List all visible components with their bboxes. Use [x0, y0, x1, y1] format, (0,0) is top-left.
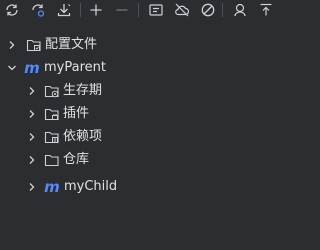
run-button[interactable] — [146, 0, 166, 20]
show-dependencies-icon — [234, 3, 246, 17]
remove-icon — [116, 9, 128, 11]
offline-button[interactable] — [172, 0, 192, 20]
add-button[interactable] — [86, 0, 106, 20]
maven-toolbar — [0, 0, 276, 22]
lifecycle-folder-icon — [44, 83, 60, 99]
remove-button[interactable] — [112, 0, 132, 20]
maven-module-icon: m — [24, 59, 40, 77]
collapse-button[interactable] — [256, 0, 276, 20]
chevron-down-icon[interactable] — [6, 62, 18, 74]
reload-settings-icon — [32, 4, 45, 17]
tree-item-lifecycle[interactable]: 生存期 — [0, 79, 276, 103]
tree-item-config-files[interactable]: 配置文件 — [0, 33, 276, 57]
tree-item-label: 依赖项 — [63, 129, 103, 144]
tree-item-plugins[interactable]: 插件 — [0, 102, 276, 126]
add-icon — [90, 4, 102, 16]
chevron-right-icon[interactable] — [6, 39, 18, 51]
show-dependencies-button[interactable] — [230, 0, 250, 20]
tree-item-child-module[interactable]: m myChild — [0, 175, 276, 199]
tree-item-label: 仓库 — [63, 152, 90, 167]
tree-item-label: myParent — [44, 60, 106, 75]
reload-button[interactable] — [2, 0, 22, 20]
skip-tests-icon — [201, 3, 215, 17]
chevron-right-icon[interactable] — [26, 131, 38, 143]
toolbar-separator — [222, 3, 223, 17]
tree-item-project[interactable]: m myParent — [0, 56, 276, 80]
maven-module-icon: m — [44, 178, 60, 196]
dependencies-folder-icon — [44, 129, 60, 145]
reload-icon — [6, 4, 18, 16]
chevron-right-icon[interactable] — [26, 181, 38, 193]
download-button[interactable] — [54, 0, 74, 20]
chevron-right-icon[interactable] — [26, 154, 38, 166]
toolbar-separator — [80, 3, 81, 17]
chevron-right-icon[interactable] — [26, 108, 38, 120]
collapse-icon — [260, 3, 272, 16]
tree-item-label: 配置文件 — [45, 37, 98, 52]
tree-item-label: myChild — [64, 179, 118, 194]
tree-item-dependencies[interactable]: 依赖项 — [0, 125, 276, 149]
reload-settings-button[interactable] — [28, 0, 48, 20]
tree-item-repositories[interactable]: 仓库 — [0, 148, 276, 172]
download-icon — [57, 4, 71, 17]
skip-tests-button[interactable] — [198, 0, 218, 20]
offline-icon — [175, 3, 190, 17]
toolbar-separator — [138, 3, 139, 17]
plugins-folder-icon — [44, 106, 60, 122]
run-icon — [149, 4, 163, 16]
repositories-folder-icon — [44, 152, 60, 168]
tree-item-label: 生存期 — [63, 83, 103, 98]
tree-item-label: 插件 — [63, 106, 90, 121]
profiles-folder-icon — [26, 37, 42, 53]
chevron-right-icon[interactable] — [26, 85, 38, 97]
